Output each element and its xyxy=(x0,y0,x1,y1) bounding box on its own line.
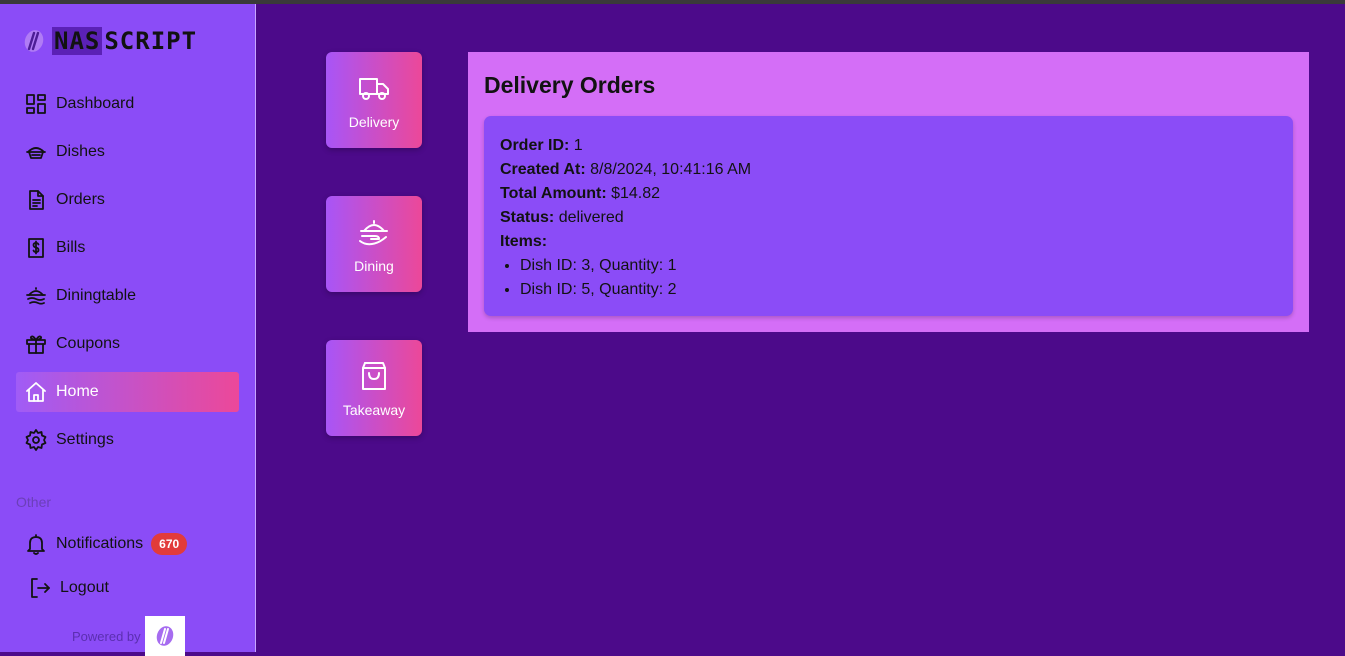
document-icon xyxy=(29,190,44,210)
sidebar: NAS SCRIPT Dashboard Dishes Orders Bills … xyxy=(0,4,256,656)
order-id-label: Order ID: xyxy=(500,137,570,154)
dining-table-icon xyxy=(26,287,46,305)
sidebar-item-label: Bills xyxy=(56,239,86,256)
nasscript-mini-logo-icon xyxy=(156,626,173,646)
order-total-value: $14.82 xyxy=(611,185,661,202)
brand-part-2: SCRIPT xyxy=(104,27,198,55)
order-status-value: delivered xyxy=(558,209,624,226)
sidebar-item-bills[interactable]: Bills xyxy=(16,228,239,268)
home-icon xyxy=(26,382,46,402)
dashboard-grid-icon xyxy=(26,94,46,114)
panel-title: Delivery Orders xyxy=(484,72,656,98)
bell-icon xyxy=(27,534,45,555)
shopping-bag-icon xyxy=(362,362,386,390)
sidebar-item-orders[interactable]: Orders xyxy=(16,180,239,220)
gift-icon xyxy=(26,335,46,354)
sidebar-item-label: Settings xyxy=(56,431,114,448)
sidebar-item-notifications[interactable]: Notifications 670 xyxy=(24,528,188,560)
order-card: Order ID: 1 Created At: 8/8/2024, 10:41:… xyxy=(484,116,1293,316)
sidebar-item-label: Orders xyxy=(56,191,105,208)
cloche-serving-icon xyxy=(359,220,388,246)
sidebar-item-home[interactable]: Home xyxy=(16,372,239,412)
powered-by: Powered by xyxy=(72,616,185,656)
sidebar-item-diningtable[interactable]: Diningtable xyxy=(16,276,239,316)
list-item: Dish ID: 5, Quantity: 2 xyxy=(520,278,1277,302)
nasscript-logo-icon xyxy=(24,30,44,52)
sidebar-item-label: Dashboard xyxy=(56,95,135,112)
tile-label: Takeaway xyxy=(342,402,406,418)
order-total-row: Total Amount: $14.82 xyxy=(500,182,1277,206)
delivery-tile[interactable]: Delivery xyxy=(326,52,422,148)
sidebar-item-dashboard[interactable]: Dashboard xyxy=(16,84,239,124)
takeaway-tile[interactable]: Takeaway xyxy=(326,340,422,436)
sidebar-item-label: Coupons xyxy=(56,335,121,352)
sidebar-item-settings[interactable]: Settings xyxy=(16,420,239,460)
sidebar-item-dishes[interactable]: Dishes xyxy=(16,132,239,172)
logout-button[interactable]: Logout xyxy=(28,572,109,604)
sidebar-nav: Dashboard Dishes Orders Bills Diningtabl… xyxy=(16,84,239,468)
notifications-count-badge: 670 xyxy=(151,533,188,555)
truck-icon xyxy=(359,78,389,100)
powered-by-label: Powered by xyxy=(72,628,141,644)
order-items-list: Dish ID: 3, Quantity: 1 Dish ID: 5, Quan… xyxy=(500,254,1277,302)
logout-icon xyxy=(31,578,50,598)
list-item: Dish ID: 3, Quantity: 1 xyxy=(520,254,1277,278)
order-status-label: Status: xyxy=(500,209,555,226)
dish-icon xyxy=(26,147,46,159)
gear-icon xyxy=(25,429,47,451)
section-label-other: Other xyxy=(16,494,52,510)
order-id-value: 1 xyxy=(573,137,583,154)
sidebar-item-label: Diningtable xyxy=(56,287,137,304)
order-created-label: Created At: xyxy=(500,161,586,178)
powered-by-logo xyxy=(144,616,185,656)
order-created-value: 8/8/2024, 10:41:16 AM xyxy=(590,161,752,178)
tile-label: Dining xyxy=(354,258,394,274)
sidebar-item-coupons[interactable]: Coupons xyxy=(16,324,239,364)
order-id-row: Order ID: 1 xyxy=(500,134,1277,158)
brand-logo[interactable]: NAS SCRIPT xyxy=(22,26,197,56)
order-total-label: Total Amount: xyxy=(500,185,607,202)
logout-label: Logout xyxy=(60,579,109,596)
order-items-label: Items: xyxy=(500,233,548,250)
delivery-orders-panel: Delivery Orders Order ID: 1 Created At: … xyxy=(468,52,1309,332)
order-items-row: Items: xyxy=(500,230,1277,254)
order-status-row: Status: delivered xyxy=(500,206,1277,230)
sidebar-item-label: Home xyxy=(56,383,99,400)
brand-wordmark: NAS SCRIPT xyxy=(52,27,197,55)
brand-part-1: NAS xyxy=(52,27,103,55)
notifications-label: Notifications xyxy=(56,535,144,552)
dining-tile[interactable]: Dining xyxy=(326,196,422,292)
order-created-row: Created At: 8/8/2024, 10:41:16 AM xyxy=(500,158,1277,182)
tile-label: Delivery xyxy=(348,114,400,130)
sidebar-item-label: Dishes xyxy=(56,143,105,160)
bill-dollar-icon xyxy=(28,238,44,258)
